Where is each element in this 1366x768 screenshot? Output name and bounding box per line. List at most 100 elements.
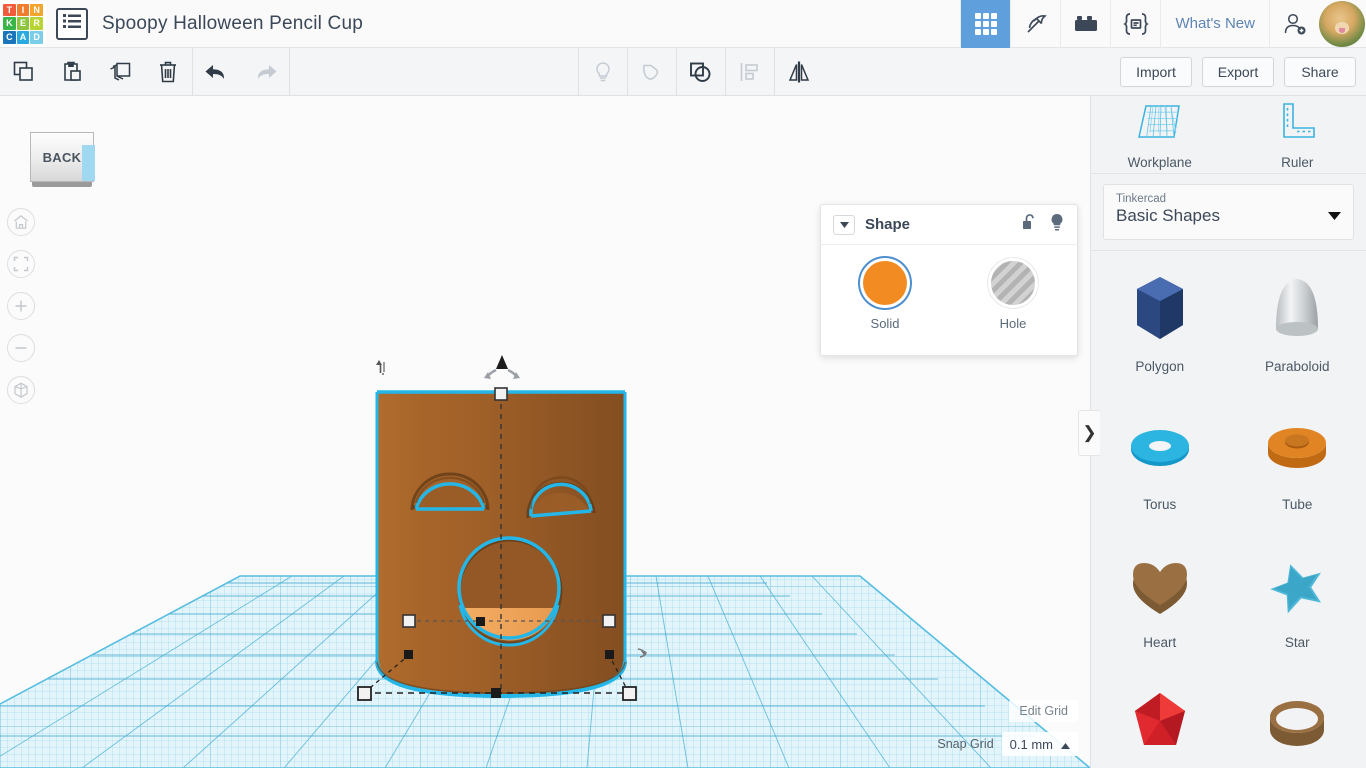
delete-button[interactable] [144, 48, 192, 96]
shape-panel-header: Shape [821, 205, 1077, 245]
zoom-out-button[interactable] [7, 334, 35, 362]
hole-swatch[interactable]: Hole [949, 261, 1077, 331]
ring-thumbnail [1270, 701, 1325, 746]
torus-thumbnail [1130, 430, 1189, 466]
unlock-icon[interactable] [1022, 213, 1037, 236]
library-select-value: Basic Shapes [1116, 206, 1220, 225]
mirror-button[interactable] [775, 48, 823, 96]
shape-icosahedron[interactable]: Icosahedron [1091, 669, 1229, 768]
shape-label: Heart [1143, 635, 1177, 650]
shape-star[interactable]: Star [1229, 531, 1366, 669]
avatar[interactable] [1319, 0, 1365, 47]
whats-new-link[interactable]: What's New [1160, 0, 1269, 48]
minecraft-pickaxe-icon[interactable] [1010, 0, 1060, 48]
view-cube-base [32, 182, 92, 187]
shape-tube[interactable]: Tube [1229, 393, 1366, 531]
star-thumbnail [1270, 564, 1322, 614]
solid-color-circle[interactable] [863, 261, 907, 305]
logo-tile-a: A [16, 30, 30, 44]
shape-polygon[interactable]: Polygon [1091, 255, 1229, 393]
designs-grid-icon[interactable] [960, 0, 1011, 48]
codeblocks-icon[interactable] [1110, 0, 1160, 48]
library-select-superlabel: Tinkercad [1116, 193, 1167, 205]
shape-heart[interactable]: Heart [1091, 531, 1229, 669]
icosahedron-thumbnail [1134, 693, 1185, 745]
workplane-tool[interactable]: Workplane [1091, 96, 1229, 173]
ruler-tool[interactable]: Ruler [1229, 96, 1366, 173]
sidebar-collapse-tab[interactable]: ❯ [1078, 410, 1100, 456]
paraboloid-thumbnail [1276, 279, 1319, 336]
group-button[interactable] [677, 48, 725, 96]
handle-front-center [491, 688, 501, 698]
align-button[interactable] [726, 48, 774, 96]
tube-thumbnail [1268, 428, 1327, 468]
shape-tool-button[interactable] [628, 48, 676, 96]
home-view-button[interactable] [7, 208, 35, 236]
lego-brick-icon[interactable] [1060, 0, 1110, 48]
shape-ring[interactable]: Ring [1229, 669, 1366, 768]
shape-panel-title: Shape [865, 216, 911, 233]
logo-tile-r: R [30, 17, 43, 30]
document-menu-button[interactable] [56, 7, 88, 40]
add-user-icon[interactable] [1269, 0, 1319, 48]
redo-button[interactable] [241, 48, 289, 96]
object-tools [577, 47, 823, 96]
copy-button[interactable] [0, 48, 48, 96]
snap-grid-control: Snap Grid 0.1 mm [937, 732, 1078, 756]
shape-label: Paraboloid [1264, 359, 1330, 374]
paste-button[interactable] [48, 48, 96, 96]
tinkercad-logo[interactable]: TIN KER CAD [0, 0, 46, 47]
caret-up-icon [1061, 737, 1070, 752]
shape-label: Tube [1282, 497, 1313, 512]
height-marker-gizmo[interactable] [376, 360, 385, 375]
logo-tile-i: I [16, 3, 30, 17]
lightbulb-icon[interactable] [1049, 213, 1065, 237]
shape-inspector-panel: Shape Solid Hole [820, 204, 1078, 356]
shape-paraboloid[interactable]: Paraboloid [1229, 255, 1366, 393]
edit-grid-button[interactable]: Edit Grid [1009, 700, 1078, 722]
workplane-tool-label: Workplane [1127, 154, 1192, 170]
handle-top [494, 387, 508, 401]
snap-grid-select[interactable]: 0.1 mm [1001, 732, 1078, 756]
export-button[interactable]: Export [1202, 56, 1274, 87]
shapes-sidebar: Workplane Ruler Tinkercad Basic Shapes P… [1090, 96, 1366, 768]
handle-right-mid [602, 614, 616, 628]
handle-front-left [357, 686, 372, 701]
logo-tile-d: D [30, 30, 43, 44]
solid-label: Solid [870, 316, 900, 331]
ruler-tool-label: Ruler [1281, 154, 1314, 170]
shape-label: Polygon [1135, 359, 1185, 374]
rotate-gizmo[interactable] [484, 355, 520, 379]
fit-all-button[interactable] [7, 250, 35, 278]
view-cube[interactable]: BACK [30, 132, 96, 192]
zoom-in-button[interactable] [7, 292, 35, 320]
duplicate-button[interactable] [96, 48, 144, 96]
library-select-wrap: Tinkercad Basic Shapes [1091, 174, 1366, 250]
history-tools [193, 48, 289, 96]
clipboard-tools [0, 48, 192, 96]
mouth-cutout [457, 536, 563, 647]
view-cube-highlight-edge[interactable] [82, 145, 95, 181]
shapes-grid: Polygon Paraboloid Torus Tube Heart Star [1091, 250, 1366, 768]
import-button[interactable]: Import [1120, 56, 1192, 87]
chevron-down-icon[interactable] [833, 214, 855, 235]
light-tool-button[interactable] [579, 48, 627, 96]
perspective-toggle-button[interactable] [7, 376, 35, 404]
share-button[interactable]: Share [1284, 56, 1356, 87]
snap-grid-value: 0.1 mm [1009, 736, 1053, 752]
heart-thumbnail [1132, 563, 1187, 614]
page-title: Spoopy Halloween Pencil Cup [102, 12, 363, 34]
solid-swatch[interactable]: Solid [821, 261, 949, 331]
library-select[interactable]: Tinkercad Basic Shapes [1103, 184, 1354, 240]
3d-canvas[interactable]: BACK Shape Solid Hole Edit Grid Snap Gri… [0, 96, 1090, 768]
shape-torus[interactable]: Torus [1091, 393, 1229, 531]
tinkercad-app: TINKERCAD Spoopy Halloween Pencil Cup Wh… [0, 0, 1366, 768]
top-bar: TINKERCAD Spoopy Halloween Pencil Cup Wh… [0, 0, 1366, 48]
logo-tile-n: N [30, 3, 43, 17]
snap-grid-label: Snap Grid [937, 737, 994, 751]
undo-button[interactable] [193, 48, 241, 96]
hole-hatch-circle[interactable] [991, 261, 1035, 305]
toolbar-divider [289, 47, 290, 96]
workplane-scene [0, 355, 1090, 768]
hole-label: Hole [999, 316, 1027, 331]
